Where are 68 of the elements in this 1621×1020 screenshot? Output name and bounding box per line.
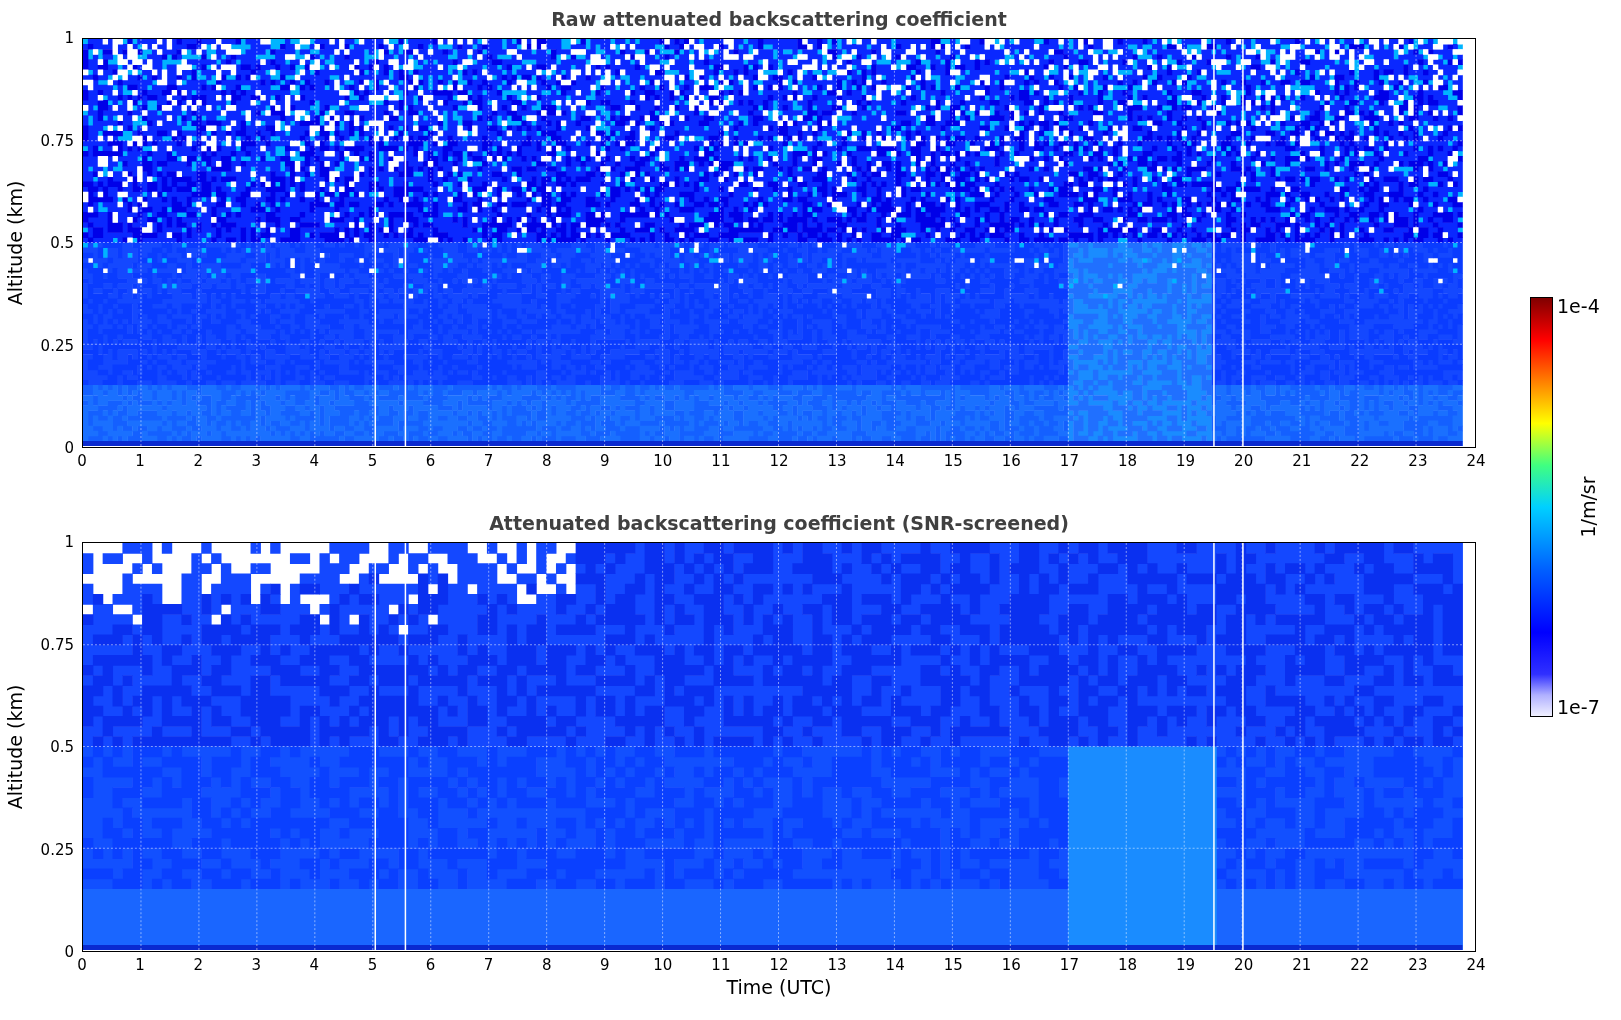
x-tick-label: 10: [653, 956, 673, 974]
x-tick-label: 19: [1176, 452, 1196, 470]
x-tick-label: 5: [367, 956, 378, 974]
x-tick-label: 20: [1234, 452, 1254, 470]
x-tick-label: 17: [1059, 956, 1079, 974]
y-tick-label: 1: [64, 29, 74, 47]
colorbar-tick-label: 1e-4: [1557, 297, 1601, 316]
x-tick-label: 16: [1001, 956, 1021, 974]
x-tick-label: 4: [309, 956, 320, 974]
y-axis-label: Altitude (km): [4, 180, 26, 306]
y-tick-label: 1: [64, 533, 74, 551]
x-tick-label: 7: [483, 956, 494, 974]
x-tick-label: 6: [425, 452, 436, 470]
chart-title: Raw attenuated backscattering coefficient: [551, 8, 1007, 30]
x-tick-label: 24: [1466, 452, 1486, 470]
colorbar-label: 1/m/sr: [1576, 476, 1599, 538]
x-tick-label: 13: [827, 956, 847, 974]
x-tick-label: 18: [1117, 452, 1138, 470]
x-tick-label: 22: [1350, 956, 1370, 974]
x-tick-label: 5: [367, 452, 378, 470]
y-tick-label: 0.75: [40, 635, 74, 654]
x-tick-label: 20: [1234, 956, 1254, 974]
y-tick-label: 0.75: [40, 131, 74, 150]
y-tick-label: 0: [64, 943, 74, 961]
x-tick-label: 12: [769, 452, 789, 470]
x-tick-label: 3: [251, 956, 261, 974]
x-tick-label: 1: [135, 956, 145, 974]
x-tick-label: 18: [1117, 956, 1138, 974]
x-tick-label: 12: [769, 956, 789, 974]
x-tick-label: 8: [541, 452, 552, 470]
x-tick-label: 9: [600, 452, 610, 470]
x-tick-label: 1: [135, 452, 145, 470]
y-tick-label: 0.25: [40, 336, 74, 355]
x-tick-label: 0: [77, 956, 87, 974]
x-tick-label: 2: [193, 956, 203, 974]
x-tick-label: 6: [425, 956, 436, 974]
x-tick-label: 19: [1176, 956, 1196, 974]
x-tick-label: 21: [1292, 956, 1312, 974]
x-tick-label: 2: [193, 452, 203, 470]
y-tick-label: 0.25: [40, 840, 74, 859]
x-tick-label: 15: [943, 452, 963, 470]
x-axis-label: Time (UTC): [726, 976, 832, 998]
x-tick-label: 13: [827, 452, 847, 470]
x-tick-label: 7: [483, 452, 494, 470]
x-tick-label: 22: [1350, 452, 1370, 470]
x-tick-label: 23: [1408, 452, 1428, 470]
x-tick-label: 0: [77, 452, 87, 470]
y-tick-label: 0.5: [50, 738, 74, 756]
y-axis-label: Altitude (km): [4, 684, 26, 810]
x-tick-label: 24: [1466, 956, 1486, 974]
x-tick-label: 17: [1059, 452, 1079, 470]
x-tick-label: 21: [1292, 452, 1312, 470]
chart-title: Attenuated backscattering coefficient (SNR-screened): [489, 512, 1069, 534]
x-tick-label: 11: [711, 956, 731, 974]
x-tick-label: 15: [943, 956, 963, 974]
y-tick-label: 0: [64, 439, 74, 457]
x-tick-label: 8: [541, 956, 552, 974]
x-tick-label: 11: [711, 452, 731, 470]
colorbar-tick-label: 1e-7: [1557, 698, 1601, 717]
x-tick-label: 14: [885, 956, 905, 974]
x-tick-label: 10: [653, 452, 673, 470]
x-tick-label: 23: [1408, 956, 1428, 974]
x-tick-label: 14: [885, 452, 905, 470]
y-tick-label: 0.5: [50, 234, 74, 252]
x-tick-label: 4: [309, 452, 320, 470]
x-tick-label: 9: [600, 956, 610, 974]
x-tick-label: 16: [1001, 452, 1021, 470]
x-tick-label: 3: [251, 452, 261, 470]
